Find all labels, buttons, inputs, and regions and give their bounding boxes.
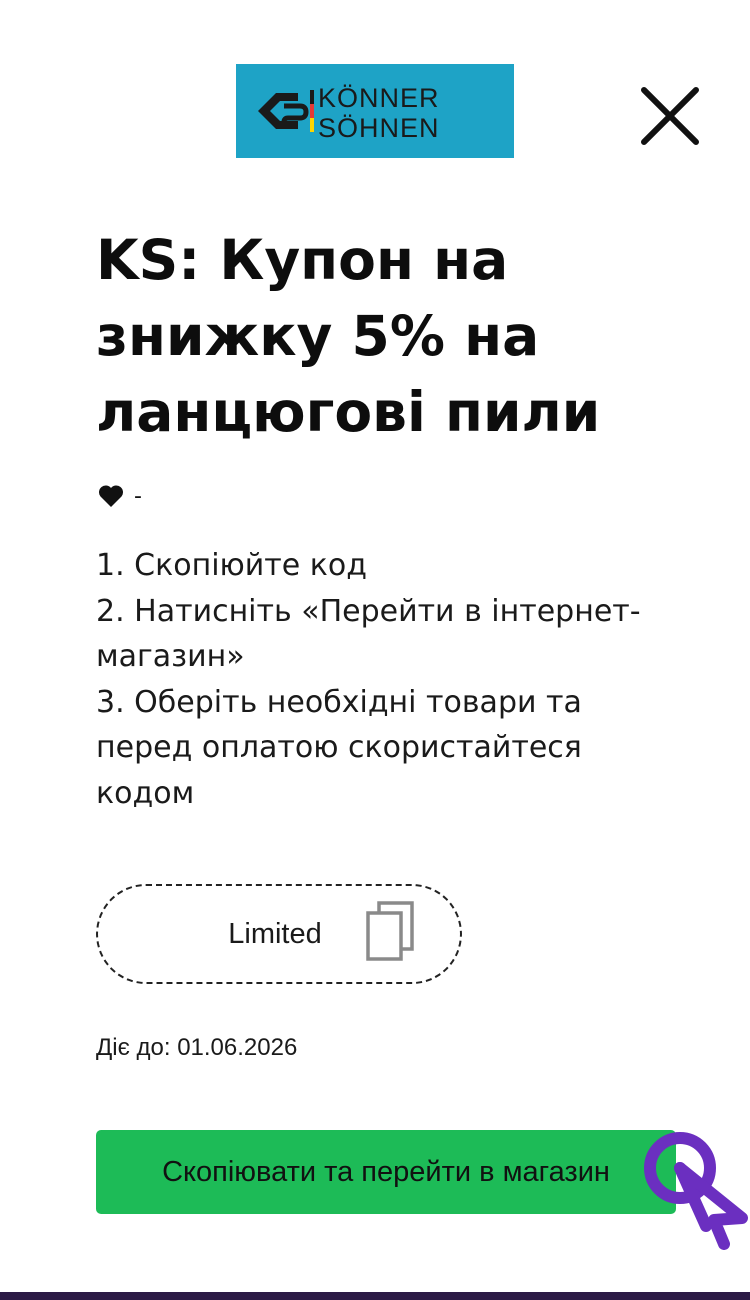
instruction-step: 3. Оберіть необхідні товари та перед опл… (96, 684, 582, 811)
instruction-step: 1. Скопіюйте код (96, 548, 367, 583)
coupon-title: KS: Купон на знижку 5% на ланцюгові пили (96, 228, 601, 444)
likes-count: - (134, 483, 142, 509)
bottom-bar (0, 1292, 750, 1300)
pointer-logo-icon[interactable] (642, 1128, 750, 1250)
instruction-step: 2. Натисніть «Перейти в інтернет-магазин… (96, 593, 641, 675)
copy-icon[interactable] (364, 900, 416, 962)
likes-counter[interactable]: - (98, 481, 142, 511)
coupon-code: Limited (228, 917, 322, 950)
store-logo: KÖNNER SÖHNEN (236, 64, 514, 158)
close-button[interactable] (636, 82, 704, 150)
expiry-date: Діє до: 01.06.2026 (96, 1034, 298, 1061)
coupon-modal: KÖNNER SÖHNEN KS: Купон на знижку 5% на … (0, 0, 750, 1300)
logo-text-line1: KÖNNER (318, 83, 440, 113)
close-icon (641, 87, 699, 145)
instructions-list: 1. Скопіюйте код 2. Натисніть «Перейти в… (96, 543, 656, 816)
coupon-code-box[interactable]: Limited (96, 884, 462, 984)
heart-icon (98, 485, 124, 507)
copy-and-go-button[interactable]: Скопіювати та перейти в магазин (96, 1130, 676, 1214)
logo-text-line2: SÖHNEN (318, 113, 440, 143)
